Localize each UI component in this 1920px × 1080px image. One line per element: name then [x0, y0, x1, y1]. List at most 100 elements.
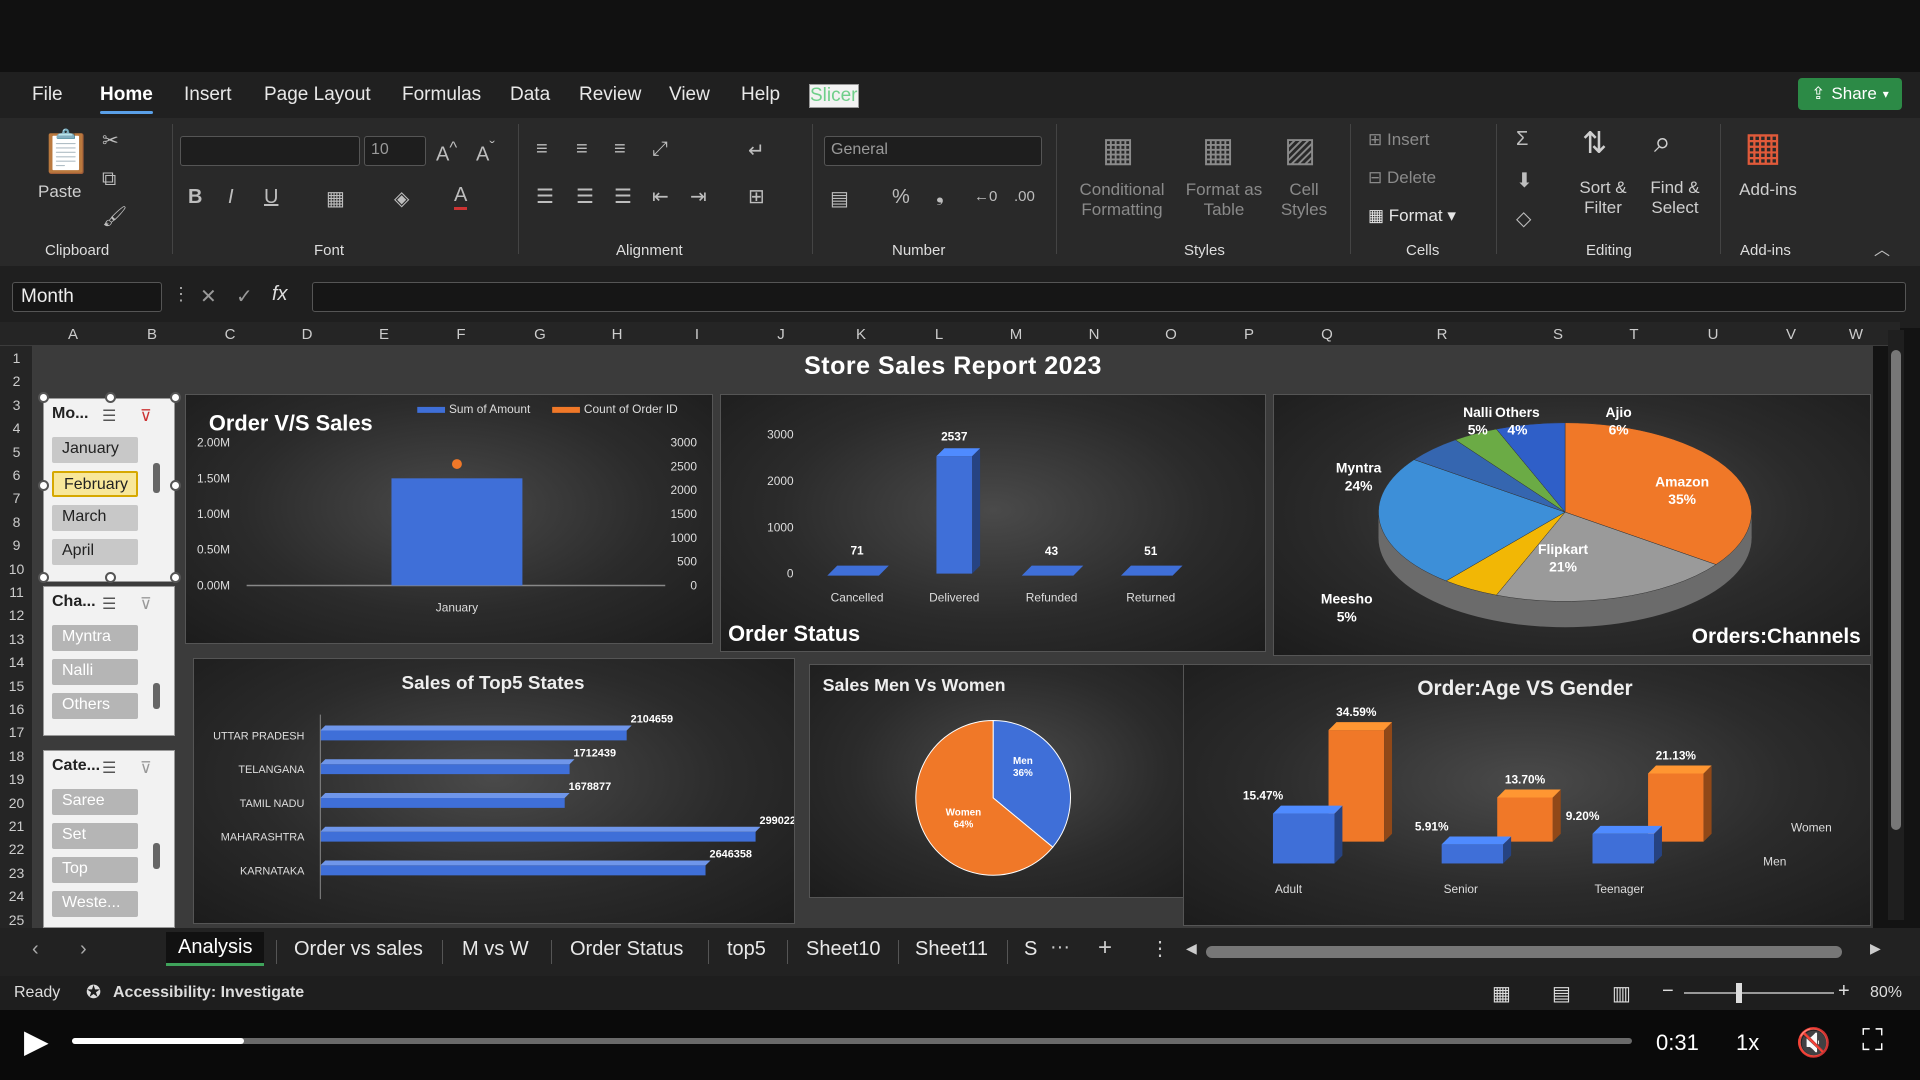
- resize-handle[interactable]: [38, 480, 49, 491]
- column-header[interactable]: D: [302, 326, 313, 343]
- zoom-out-icon[interactable]: −: [1662, 980, 1674, 1003]
- clear-filter-icon[interactable]: ⊽: [140, 758, 152, 778]
- resize-handle[interactable]: [105, 392, 116, 403]
- row-header[interactable]: 13: [0, 631, 33, 647]
- collapse-ribbon-icon[interactable]: ︿: [1874, 236, 1890, 260]
- row-header[interactable]: 15: [0, 678, 33, 694]
- column-header[interactable]: K: [856, 326, 866, 343]
- tab-options-icon[interactable]: ⋮: [1150, 936, 1170, 961]
- format-as-table-icon[interactable]: ▦: [1202, 130, 1234, 170]
- font-name-dropdown[interactable]: [180, 136, 360, 166]
- page-layout-view-icon[interactable]: ▤: [1552, 981, 1571, 1006]
- row-header[interactable]: 17: [0, 724, 33, 740]
- row-header[interactable]: 21: [0, 818, 33, 834]
- borders-icon[interactable]: ▦: [326, 186, 345, 211]
- font-size-dropdown[interactable]: 10: [364, 136, 426, 166]
- row-header[interactable]: 8: [0, 514, 33, 530]
- row-header[interactable]: 1: [0, 350, 33, 366]
- tab-sheet11[interactable]: Sheet11: [915, 938, 988, 961]
- column-header[interactable]: H: [612, 326, 623, 343]
- slicer-item[interactable]: Set: [52, 823, 138, 849]
- menu-insert[interactable]: Insert: [184, 84, 232, 106]
- scroll-right-icon[interactable]: ▶: [1870, 940, 1881, 957]
- row-header[interactable]: 24: [0, 888, 33, 904]
- align-right-icon[interactable]: ☰: [614, 184, 632, 209]
- resize-handle[interactable]: [38, 572, 49, 583]
- insert-function-icon[interactable]: fx: [272, 283, 288, 306]
- cell-styles-button[interactable]: Cell Styles: [1272, 180, 1336, 221]
- accessibility-icon[interactable]: ✪: [86, 982, 101, 1003]
- column-header[interactable]: V: [1786, 326, 1796, 343]
- tab-order-vs-sales[interactable]: Order vs sales: [294, 938, 423, 961]
- autosum-icon[interactable]: Σ: [1516, 128, 1528, 151]
- align-bottom-icon[interactable]: ≡: [614, 138, 626, 161]
- row-header[interactable]: 6: [0, 467, 33, 483]
- row-header[interactable]: 3: [0, 397, 33, 413]
- align-center-icon[interactable]: ☰: [576, 184, 594, 209]
- column-header[interactable]: G: [534, 326, 546, 343]
- slicer-channel[interactable]: Cha... ☰ ⊽ Myntra Nalli Others: [43, 586, 175, 736]
- addins-icon[interactable]: ▦: [1744, 124, 1782, 170]
- clear-filter-icon[interactable]: ⊽: [140, 594, 152, 614]
- column-header[interactable]: R: [1437, 326, 1448, 343]
- row-header[interactable]: 14: [0, 654, 33, 670]
- column-header[interactable]: F: [456, 326, 465, 343]
- tab-order-status[interactable]: Order Status: [570, 938, 683, 961]
- addins-button[interactable]: Add-ins: [1730, 180, 1806, 200]
- copy-icon[interactable]: ⧉: [102, 168, 116, 191]
- resize-handle[interactable]: [170, 392, 181, 403]
- prev-sheet-icon[interactable]: ‹: [32, 938, 39, 961]
- clear-filter-icon[interactable]: ⊽: [140, 406, 152, 426]
- comma-style-icon[interactable]: ❟: [936, 184, 944, 207]
- fill-color-icon[interactable]: ◈: [394, 186, 409, 211]
- chart-age-vs-gender[interactable]: Order:Age VS Gender 34.59% 15.47% Adult 13.7…: [1183, 664, 1871, 926]
- name-box[interactable]: Month: [12, 282, 162, 312]
- column-header[interactable]: L: [935, 326, 943, 343]
- slicer-scrollbar[interactable]: [153, 683, 160, 709]
- multi-select-icon[interactable]: ☰: [102, 406, 116, 426]
- sort-filter-button[interactable]: Sort & Filter: [1570, 178, 1636, 219]
- row-header[interactable]: 23: [0, 865, 33, 881]
- slicer-item[interactable]: April: [52, 539, 138, 565]
- row-header[interactable]: 16: [0, 701, 33, 717]
- row-header[interactable]: 20: [0, 795, 33, 811]
- number-format-dropdown[interactable]: General: [824, 136, 1042, 166]
- resize-handle[interactable]: [105, 572, 116, 583]
- row-header[interactable]: 10: [0, 561, 33, 577]
- menu-view[interactable]: View: [669, 84, 710, 106]
- find-select-icon[interactable]: ⌕: [1654, 126, 1671, 160]
- column-header[interactable]: C: [225, 326, 236, 343]
- accessibility-status[interactable]: Accessibility: Investigate: [113, 984, 304, 1002]
- more-tabs-icon[interactable]: ···: [1050, 936, 1070, 959]
- increase-font-icon[interactable]: A^: [436, 138, 457, 167]
- format-as-table-button[interactable]: Format as Table: [1180, 180, 1268, 221]
- menu-formulas[interactable]: Formulas: [402, 84, 481, 106]
- slicer-month[interactable]: Mo... ☰ ⊽ January February March April: [43, 398, 175, 582]
- cut-icon[interactable]: ✂: [102, 128, 119, 153]
- align-left-icon[interactable]: ☰: [536, 184, 554, 209]
- column-header[interactable]: O: [1165, 326, 1177, 343]
- column-header[interactable]: T: [1629, 326, 1638, 343]
- clear-icon[interactable]: ◇: [1516, 206, 1531, 231]
- tab-m-vs-w[interactable]: M vs W: [462, 938, 529, 961]
- video-progress-track[interactable]: [72, 1038, 1632, 1044]
- font-color-icon[interactable]: A: [454, 184, 468, 210]
- chart-order-status[interactable]: 3000 2000 1000 0 71 Cancelled 2537 Delivered 43 R…: [720, 394, 1266, 652]
- column-header[interactable]: M: [1010, 326, 1023, 343]
- orientation-icon[interactable]: ⤢: [652, 138, 668, 161]
- column-header[interactable]: J: [777, 326, 785, 343]
- insert-cells-button[interactable]: ⊞ Insert: [1368, 130, 1430, 150]
- zoom-in-icon[interactable]: +: [1838, 980, 1850, 1003]
- percent-icon[interactable]: %: [892, 186, 910, 209]
- page-break-view-icon[interactable]: ▥: [1612, 981, 1631, 1006]
- slicer-scrollbar[interactable]: [153, 463, 160, 493]
- scroll-thumb[interactable]: [1891, 350, 1901, 830]
- scroll-left-icon[interactable]: ◀: [1186, 940, 1197, 957]
- confirm-entry-icon[interactable]: ✓: [236, 284, 253, 309]
- share-button[interactable]: ⇪ Share ▾: [1798, 78, 1902, 110]
- slicer-item[interactable]: January: [52, 437, 138, 463]
- chart-men-vs-women[interactable]: Sales Men Vs Women Men 36% Women 64%: [809, 664, 1211, 898]
- mute-icon[interactable]: 🔇: [1796, 1026, 1831, 1059]
- row-header[interactable]: 9: [0, 537, 33, 553]
- row-header[interactable]: 18: [0, 748, 33, 764]
